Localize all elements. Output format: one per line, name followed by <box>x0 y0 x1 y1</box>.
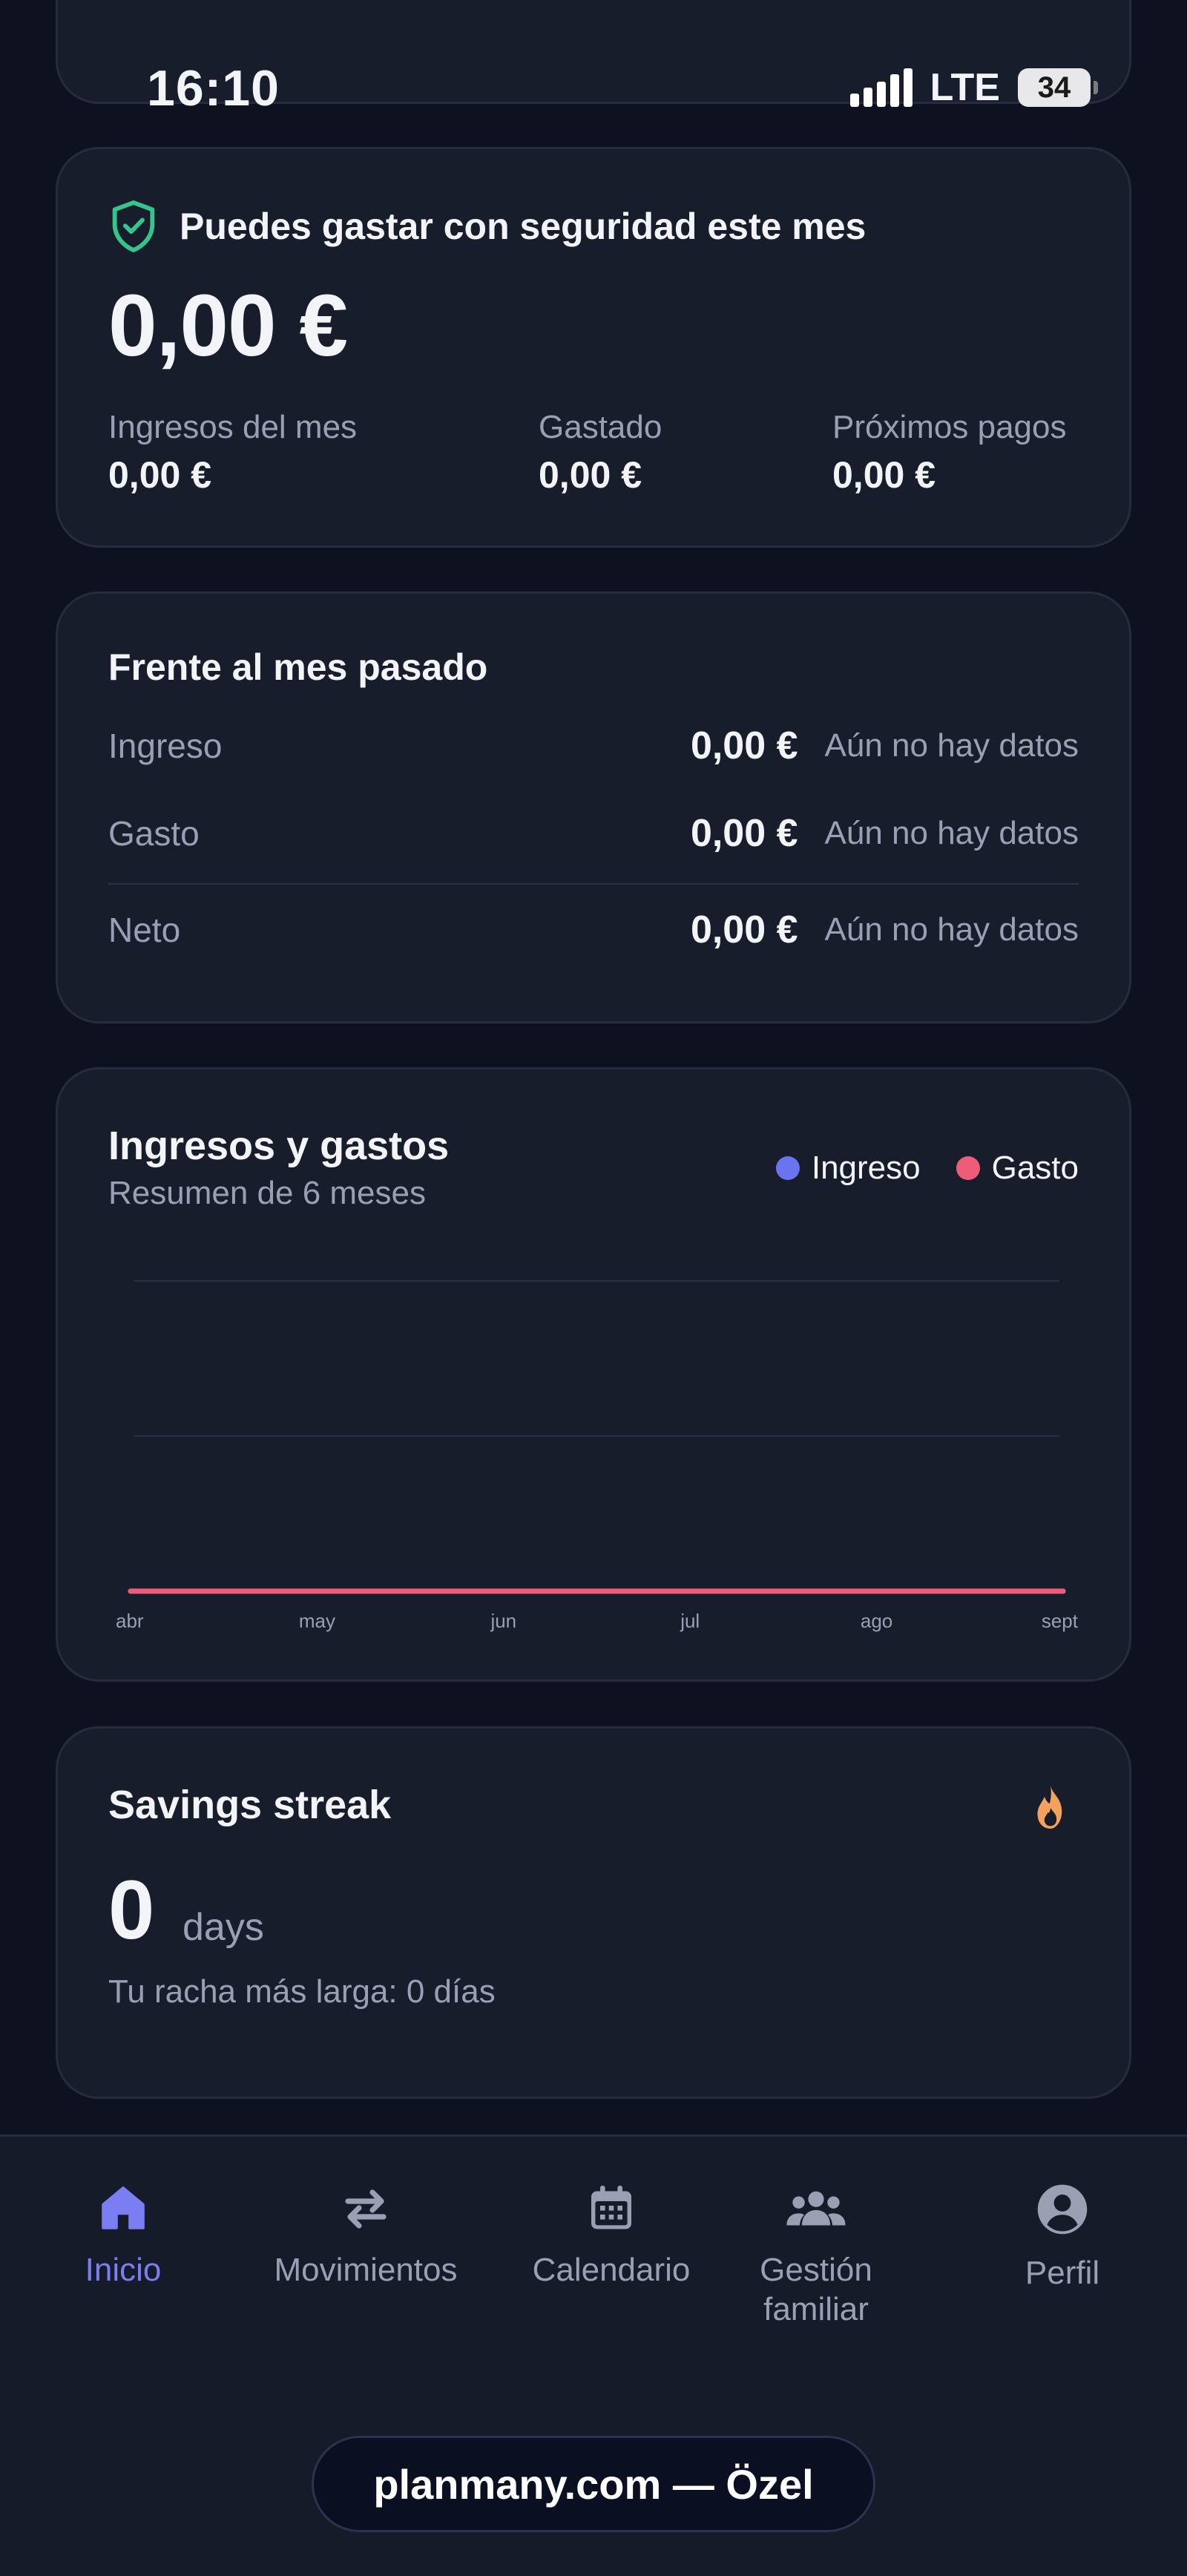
stat-value: 0,00 € <box>832 454 936 496</box>
streak-count: 0 <box>108 1864 155 1956</box>
comparison-row-net: Neto 0,00 € Aún no hay datos <box>108 904 1079 956</box>
row-label: Neto <box>108 911 181 949</box>
nav-item-gestion-familiar[interactable]: Gestión familiar <box>705 2181 927 2330</box>
stat-upcoming: Próximos pagos 0,00 € <box>832 409 1066 496</box>
nav-label: Inicio <box>85 2252 162 2288</box>
shield-check-icon <box>112 200 155 252</box>
x-tick-label: abr <box>116 1610 144 1632</box>
nav-label: Gestión familiar <box>760 2252 872 2327</box>
nav-label: Calendario <box>532 2252 691 2288</box>
row-value: 0,00 € <box>690 724 798 767</box>
safe-spend-header: Puedes gastar con seguridad este mes <box>110 200 866 253</box>
month-stats: Ingresos del mes 0,00 € Gastado 0,00 € P… <box>108 409 1079 498</box>
nav-item-inicio[interactable]: Inicio <box>12 2181 234 2290</box>
x-tick-label: sept <box>1042 1610 1079 1632</box>
nav-item-calendario[interactable]: Calendario <box>500 2181 723 2290</box>
network-type: LTE <box>930 66 1000 109</box>
safe-spend-amount: 0,00 € <box>108 277 348 375</box>
safe-spend-card[interactable]: Puedes gastar con seguridad este mes 0,0… <box>56 147 1131 548</box>
income-expense-chart-card[interactable]: Ingresos y gastos Resumen de 6 meses Ing… <box>56 1067 1131 1682</box>
home-icon <box>102 2186 145 2229</box>
row-label: Ingreso <box>108 727 223 765</box>
stat-label: Próximos pagos <box>832 409 1067 445</box>
browser-url-bar[interactable]: planmany.com — Özel <box>312 2436 875 2532</box>
row-label: Gasto <box>108 814 200 853</box>
comparison-row-income: Ingreso 0,00 € Aún no hay datos <box>108 720 1079 772</box>
nav-label: Movimientos <box>274 2252 458 2288</box>
signal-icon <box>849 68 913 107</box>
savings-streak-card[interactable]: Savings streak 0 days Tu racha más larga… <box>56 1726 1131 2099</box>
nav-item-movimientos[interactable]: Movimientos <box>254 2181 477 2290</box>
battery-icon: 34 <box>1018 68 1098 107</box>
safe-spend-title: Puedes gastar con seguridad este mes <box>180 206 867 247</box>
comparison-title: Frente al mes pasado <box>108 646 488 688</box>
x-tick-label: ago <box>861 1610 892 1632</box>
stat-spent: Gastado 0,00 € <box>539 409 662 496</box>
comparison-row-expense: Gasto 0,00 € Aún no hay datos <box>108 807 1079 859</box>
divider <box>108 883 1079 885</box>
line-chart: abr may jun jul ago sept <box>116 1280 1079 1632</box>
transfer-icon <box>345 2189 387 2229</box>
status-time: 16:10 <box>147 60 280 117</box>
x-tick-label: may <box>299 1610 335 1632</box>
stat-value: 0,00 € <box>108 454 212 496</box>
x-tick-label: jun <box>490 1610 516 1632</box>
status-indicators: LTE 34 <box>849 65 1098 110</box>
stat-value: 0,00 € <box>539 454 642 496</box>
stat-label: Ingresos del mes <box>108 409 358 445</box>
stat-income: Ingresos del mes 0,00 € <box>108 409 357 496</box>
stat-label: Gastado <box>539 409 662 445</box>
streak-unit: days <box>183 1906 264 1949</box>
battery-level: 34 <box>1037 71 1071 104</box>
x-tick-label: jul <box>680 1610 700 1632</box>
row-value: 0,00 € <box>690 908 798 951</box>
flame-icon <box>1037 1785 1062 1829</box>
family-icon <box>786 2191 846 2226</box>
nav-label: Perfil <box>1025 2255 1100 2291</box>
comparison-card[interactable]: Frente al mes pasado Ingreso 0,00 € Aún … <box>56 591 1131 1023</box>
streak-title: Savings streak <box>108 1783 392 1827</box>
status-bar: 16:10 LTE 34 <box>0 52 1187 126</box>
profile-icon <box>1037 2184 1088 2235</box>
row-status: Aún no hay datos <box>824 911 1079 948</box>
row-status: Aún no hay datos <box>824 815 1079 851</box>
calendar-icon <box>591 2186 631 2229</box>
streak-longest: Tu racha más larga: 0 días <box>108 1973 496 2010</box>
row-value: 0,00 € <box>690 812 798 855</box>
row-status: Aún no hay datos <box>824 727 1079 764</box>
nav-item-perfil[interactable]: Perfil <box>951 2181 1174 2293</box>
